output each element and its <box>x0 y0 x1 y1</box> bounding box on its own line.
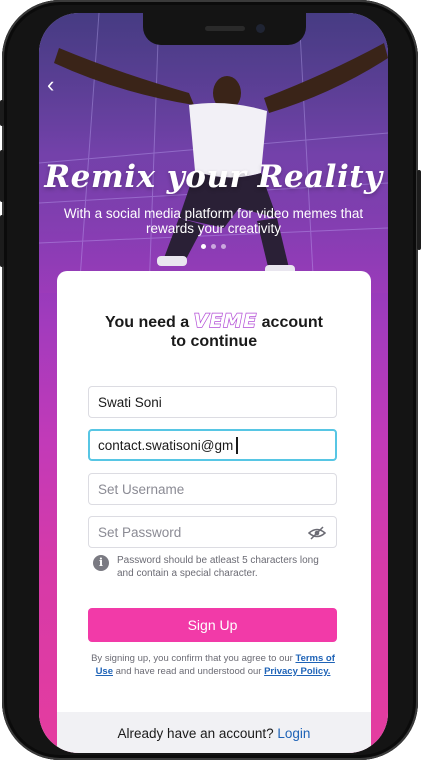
phone-notch <box>143 13 306 45</box>
name-value: Swati Soni <box>98 394 162 410</box>
signup-card: You need a VEME account to continue Swat… <box>57 271 371 753</box>
silent-switch <box>0 100 4 126</box>
email-field[interactable]: contact.swatisoni@gm <box>88 429 337 461</box>
password-hint-text: Password should be atleast 5 characters … <box>117 555 319 579</box>
email-value: contact.swatisoni@gm <box>98 437 234 453</box>
front-camera <box>256 24 265 33</box>
login-prompt: Already have an account? Login <box>57 726 371 741</box>
power-button <box>417 170 421 250</box>
password-field[interactable]: Set Password <box>88 516 337 548</box>
terms-text: By signing up, you confirm that you agre… <box>91 653 335 678</box>
login-link[interactable]: Login <box>277 726 310 741</box>
carousel-dot-2[interactable] <box>211 244 216 249</box>
carousel-dot-1[interactable] <box>201 244 206 249</box>
back-arrow-icon[interactable]: ‹ <box>47 74 67 96</box>
terms-middle: and have read and understood our <box>115 665 262 677</box>
hero-title: Remix your Reality <box>44 159 383 195</box>
phone-screen: ‹ Remix your Reality With a social media… <box>39 13 388 753</box>
title-prefix: You need a <box>105 314 190 331</box>
title-line2: to continue <box>170 333 258 350</box>
username-placeholder: Set Username <box>98 481 185 497</box>
password-hint: i Password should be atleast 5 character… <box>93 555 333 580</box>
hero-image <box>39 13 388 293</box>
card-title: You need a VEME account to continue <box>57 310 371 351</box>
phone-frame: ‹ Remix your Reality With a social media… <box>2 0 418 760</box>
privacy-policy-link[interactable]: Privacy Policy. <box>264 666 330 677</box>
volume-up-button <box>0 150 4 202</box>
eye-slash-icon[interactable] <box>308 525 326 541</box>
title-suffix: account <box>261 314 323 331</box>
speaker-grille <box>205 26 245 31</box>
terms-prefix: By signing up, you confirm that you agre… <box>91 653 293 664</box>
hero-subtitle: With a social media platform for video m… <box>63 206 364 236</box>
veme-logo: VEME <box>193 310 258 332</box>
name-field[interactable]: Swati Soni <box>88 386 337 418</box>
carousel-indicator <box>201 244 226 249</box>
carousel-dot-3[interactable] <box>221 244 226 249</box>
password-placeholder: Set Password <box>98 524 182 540</box>
text-cursor <box>236 436 239 454</box>
info-icon: i <box>93 555 109 571</box>
sign-up-button[interactable]: Sign Up <box>88 608 337 642</box>
already-have-account-text: Already have an account? <box>117 726 274 741</box>
jumping-person-illustration <box>39 13 388 293</box>
volume-down-button <box>0 215 4 267</box>
username-field[interactable]: Set Username <box>88 473 337 505</box>
